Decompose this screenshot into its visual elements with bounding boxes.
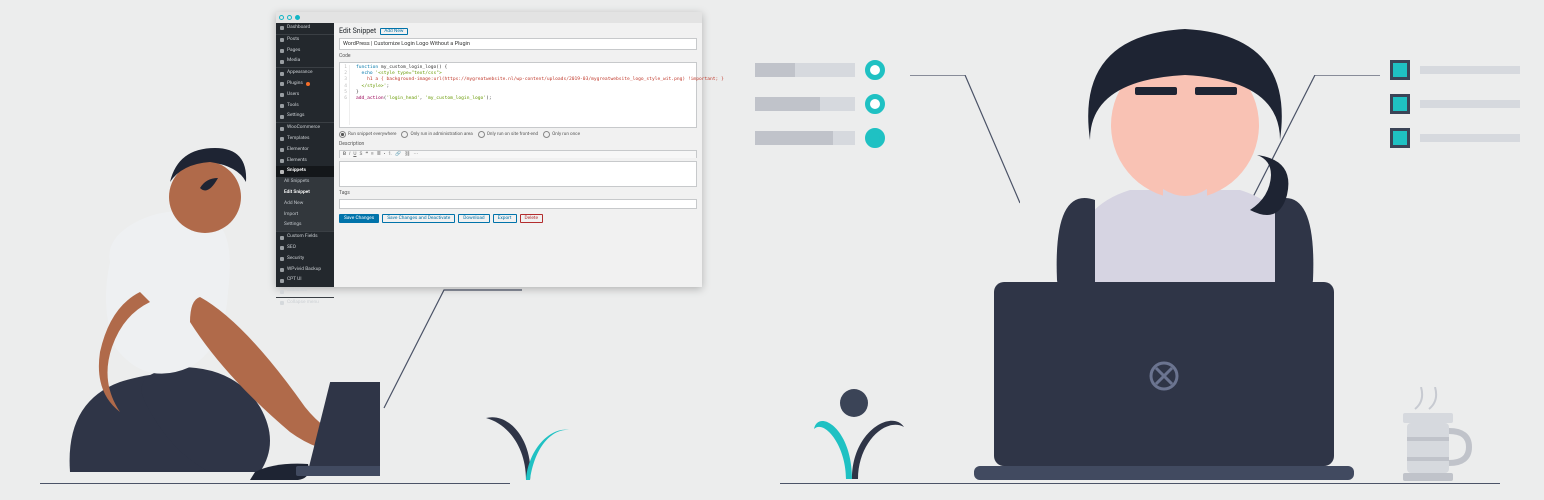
save-deactivate-button[interactable]: Save Changes and Deactivate bbox=[382, 214, 455, 223]
checkbox-list-illustration bbox=[1390, 60, 1520, 162]
slider-row bbox=[755, 60, 905, 80]
list-ul-icon[interactable]: • bbox=[384, 152, 386, 157]
sidebar-sub-settings[interactable]: Settings bbox=[276, 220, 334, 231]
sidebar-item-users[interactable]: Users bbox=[276, 90, 334, 101]
page-title: Edit Snippet Add New bbox=[339, 27, 697, 35]
check-row bbox=[1390, 128, 1520, 148]
update-badge-icon bbox=[306, 82, 310, 86]
sidebar-item-tools[interactable]: Tools bbox=[276, 101, 334, 112]
sidebar-item-cpt[interactable]: CPT UI bbox=[276, 275, 334, 286]
sidebar-item-custom-fields[interactable]: Custom Fields bbox=[276, 231, 334, 243]
more-icon[interactable]: ⋯ bbox=[413, 152, 418, 157]
check-row bbox=[1390, 94, 1520, 114]
checkbox-icon bbox=[1390, 94, 1410, 114]
description-label: Description bbox=[339, 141, 697, 147]
slider-row bbox=[755, 128, 905, 148]
sidebar-item-pages[interactable]: Pages bbox=[276, 46, 334, 57]
check-row bbox=[1390, 60, 1520, 80]
coffee-cup-illustration bbox=[1395, 387, 1475, 482]
sidebar-sub-all-snippets[interactable]: All Snippets bbox=[276, 177, 334, 188]
checkbox-icon bbox=[1390, 60, 1410, 80]
sidebar-sub-edit-snippet[interactable]: Edit Snippet bbox=[276, 188, 334, 199]
align-left-icon[interactable]: ≡ bbox=[371, 152, 374, 157]
italic-icon[interactable]: I bbox=[349, 152, 350, 157]
slider-knob bbox=[865, 60, 885, 80]
sidebar-item-collapse[interactable]: Collapse menu bbox=[276, 297, 334, 309]
code-editor[interactable]: 123456 function my_custom_login_logo() {… bbox=[339, 62, 697, 128]
sidebar-item-backup[interactable]: WPvivid Backup bbox=[276, 265, 334, 276]
ground-line-left bbox=[40, 483, 510, 485]
slider-row bbox=[755, 94, 905, 114]
underline-icon[interactable]: U bbox=[353, 152, 356, 157]
bold-icon[interactable]: B bbox=[343, 152, 346, 157]
radio-once[interactable]: Only run once bbox=[543, 131, 580, 138]
sidebar-item-security[interactable]: Security bbox=[276, 254, 334, 265]
code-label: Code bbox=[339, 53, 697, 59]
delete-button[interactable]: Delete bbox=[520, 214, 544, 223]
list-ol-icon[interactable]: 1. bbox=[388, 152, 392, 157]
sidebar-item-elementor[interactable]: Elementor bbox=[276, 145, 334, 156]
slider-knob bbox=[865, 128, 885, 148]
sidebar-item-dashboard[interactable]: Dashboard bbox=[276, 23, 334, 34]
sidebar-item-templates[interactable]: Templates bbox=[276, 134, 334, 145]
plant-illustration-left bbox=[480, 392, 570, 482]
sidebar-sub-add-new[interactable]: Add New bbox=[276, 199, 334, 210]
window-dot bbox=[287, 15, 292, 20]
window-titlebar bbox=[276, 12, 702, 23]
tags-label: Tags bbox=[339, 190, 697, 196]
sidebar-item-statistics[interactable]: Statistics bbox=[276, 286, 334, 297]
sidebar-item-snippets[interactable]: Snippets bbox=[276, 166, 334, 177]
add-new-button[interactable]: Add New bbox=[380, 28, 407, 35]
sidebar-item-plugins[interactable]: Plugins bbox=[276, 79, 334, 90]
window-dot bbox=[295, 15, 300, 20]
radio-everywhere[interactable]: Run snippet everywhere bbox=[339, 131, 396, 138]
window-dot bbox=[279, 15, 284, 20]
editor-main-panel: Edit Snippet Add New WordPress | Customi… bbox=[334, 23, 702, 287]
sidebar-item-seo[interactable]: SEO bbox=[276, 243, 334, 254]
radio-admin[interactable]: Only run in administration area bbox=[401, 131, 472, 138]
page-title-text: Edit Snippet bbox=[339, 27, 376, 35]
sidebar-item-settings[interactable]: Settings bbox=[276, 111, 334, 122]
sidebar-item-elements[interactable]: Elements bbox=[276, 156, 334, 167]
quote-icon[interactable]: ❝ bbox=[365, 152, 368, 157]
plant-illustration-right bbox=[814, 387, 904, 482]
rte-toolbar[interactable]: B I U S ❝ ≡ ≣ • 1. 🔗 ⛓ ⋯ bbox=[339, 150, 697, 158]
link-icon[interactable]: 🔗 bbox=[395, 152, 401, 157]
slider-controls-illustration bbox=[755, 60, 905, 162]
checkbox-icon bbox=[1390, 128, 1410, 148]
save-button[interactable]: Save Changes bbox=[339, 214, 379, 223]
unlink-icon[interactable]: ⛓ bbox=[404, 152, 410, 157]
strike-icon[interactable]: S bbox=[359, 152, 362, 157]
sidebar-item-media[interactable]: Media bbox=[276, 56, 334, 67]
tags-input[interactable] bbox=[339, 199, 697, 209]
sidebar-item-posts[interactable]: Posts bbox=[276, 34, 334, 46]
action-button-row: Save Changes Save Changes and Deactivate… bbox=[339, 214, 697, 223]
download-button[interactable]: Download bbox=[458, 214, 489, 223]
slider-knob bbox=[865, 94, 885, 114]
laptop-front-illustration bbox=[974, 282, 1354, 482]
code-editor-window: Dashboard Posts Pages Media Appearance P… bbox=[276, 12, 702, 287]
sidebar-item-appearance[interactable]: Appearance bbox=[276, 67, 334, 79]
radio-frontend[interactable]: Only run on site front-end bbox=[478, 131, 538, 138]
snippet-title-input[interactable]: WordPress | Customize Login Logo Without… bbox=[339, 38, 697, 50]
run-scope-radios: Run snippet everywhere Only run in admin… bbox=[339, 131, 697, 138]
sidebar-sub-import[interactable]: Import bbox=[276, 210, 334, 221]
connector-line-middle-left bbox=[910, 75, 1020, 205]
wp-admin-sidebar: Dashboard Posts Pages Media Appearance P… bbox=[276, 23, 334, 287]
sidebar-item-woocommerce[interactable]: WooCommerce bbox=[276, 122, 334, 134]
export-button[interactable]: Export bbox=[493, 214, 517, 223]
description-textarea[interactable] bbox=[339, 161, 697, 187]
align-center-icon[interactable]: ≣ bbox=[377, 152, 381, 157]
